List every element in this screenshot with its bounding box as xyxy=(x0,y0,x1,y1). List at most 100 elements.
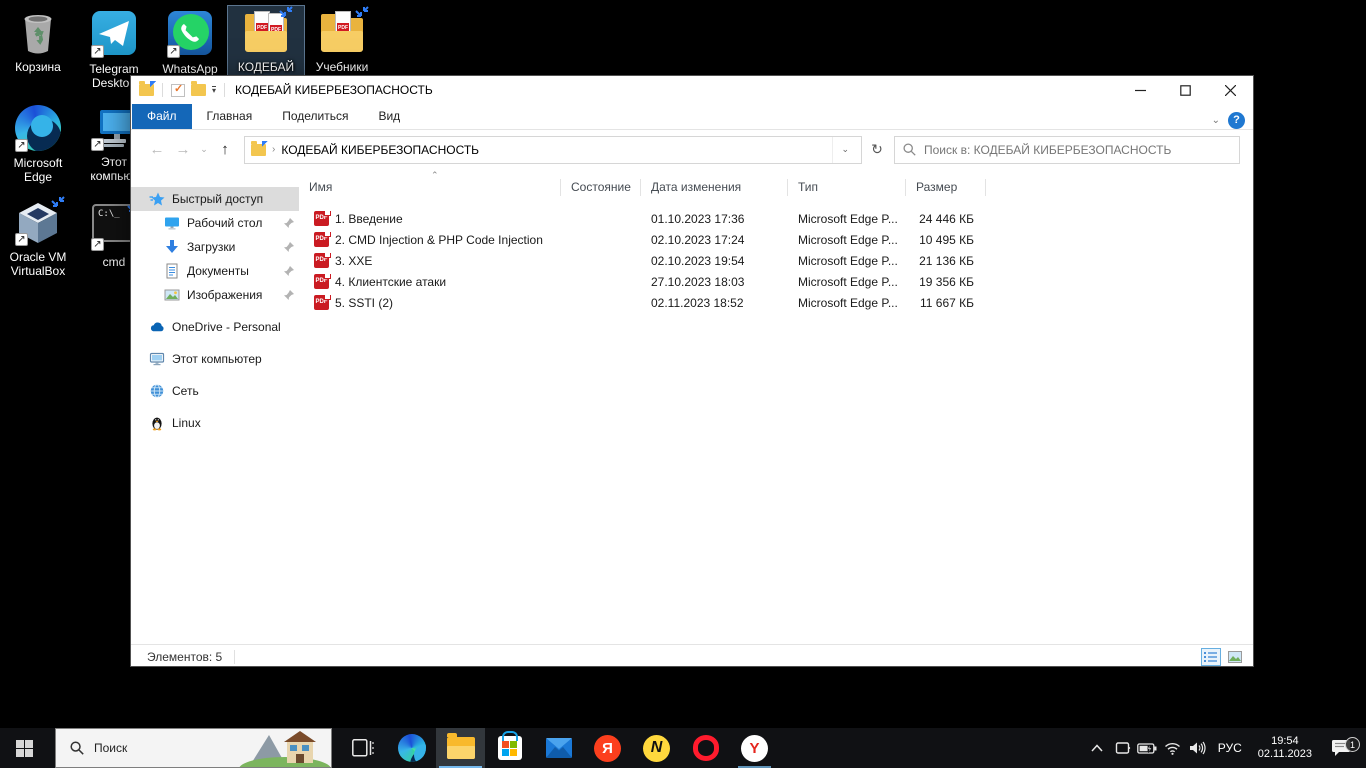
desktop-icon-whatsapp[interactable]: ↗ WhatsApp xyxy=(152,6,228,78)
taskbar-yandex-button[interactable] xyxy=(583,728,632,768)
address-dropdown-button[interactable]: ⌄ xyxy=(832,137,857,163)
collapse-ribbon-button[interactable]: ⌄ xyxy=(1212,115,1220,126)
file-row[interactable]: 5. SSTI (2) 02.11.2023 18:52 Microsoft E… xyxy=(299,292,1253,313)
breadcrumb[interactable]: КОДЕБАЙ КИБЕРБЕЗОПАСНОСТЬ xyxy=(281,143,479,157)
tablet-mode-icon[interactable] xyxy=(1110,741,1135,755)
taskbar-explorer-button[interactable] xyxy=(436,728,485,768)
sidebar-item-documents[interactable]: Документы xyxy=(131,259,299,283)
tab-file[interactable]: Файл xyxy=(132,104,192,129)
details-view-button[interactable] xyxy=(1201,648,1221,666)
sidebar-item-downloads[interactable]: Загрузки xyxy=(131,235,299,259)
up-button[interactable]: ↑ xyxy=(212,141,238,158)
column-header-status[interactable]: Состояние xyxy=(561,179,641,196)
file-row[interactable]: 1. Введение 01.10.2023 17:36 Microsoft E… xyxy=(299,208,1253,229)
sidebar-item-linux[interactable]: Linux xyxy=(131,411,299,435)
action-center-button[interactable]: 1 xyxy=(1320,739,1362,757)
forward-button[interactable]: → xyxy=(170,141,196,158)
desktop-icon-label: Oracle VM VirtualBox xyxy=(0,250,76,278)
properties-button[interactable] xyxy=(171,84,185,97)
pin-icon[interactable] xyxy=(283,265,295,277)
maximize-button[interactable] xyxy=(1163,76,1208,104)
hidden-icons-button[interactable] xyxy=(1085,744,1110,752)
maximize-icon xyxy=(1180,85,1191,96)
tab-home[interactable]: Главная xyxy=(192,104,268,129)
tab-share[interactable]: Поделиться xyxy=(267,104,363,129)
taskbar-edge-button[interactable] xyxy=(387,728,436,768)
recycle-bin-icon xyxy=(14,9,62,57)
recent-locations-button[interactable]: ⌄ xyxy=(196,144,212,155)
folder-pdf-icon: PDF xyxy=(318,9,366,57)
quick-access-toolbar: ▾ xyxy=(139,83,227,97)
shortcut-arrow-icon: ↗ xyxy=(91,238,104,251)
file-size: 24 446 КБ xyxy=(906,212,986,226)
file-row[interactable]: 4. Клиентские атаки 27.10.2023 18:03 Mic… xyxy=(299,271,1253,292)
search-highlight-illustration xyxy=(239,729,331,767)
clock[interactable]: 19:54 02.11.2023 xyxy=(1250,735,1320,761)
sidebar-item-this-pc[interactable]: Этот компьютер xyxy=(131,347,299,371)
file-row[interactable]: 2. CMD Injection & PHP Code Injection 02… xyxy=(299,229,1253,250)
file-row[interactable]: 3. XXE 02.10.2023 19:54 Microsoft Edge P… xyxy=(299,250,1253,271)
customize-qat-button[interactable]: ▾ xyxy=(212,86,216,94)
task-view-button[interactable] xyxy=(338,728,387,768)
taskbar-opera-button[interactable] xyxy=(681,728,730,768)
volume-icon[interactable] xyxy=(1185,741,1210,755)
address-bar[interactable]: › КОДЕБАЙ КИБЕРБЕЗОПАСНОСТЬ ⌄ xyxy=(244,136,862,164)
column-header-size[interactable]: Размер xyxy=(906,179,986,196)
microsoft-store-icon xyxy=(498,736,522,760)
large-icons-view-button[interactable] xyxy=(1225,648,1245,666)
pin-icon[interactable] xyxy=(283,289,295,301)
taskbar-search-input[interactable]: Поиск xyxy=(55,728,332,768)
edge-icon xyxy=(398,734,426,762)
search-placeholder: Поиск xyxy=(94,741,127,755)
telegram-icon: ↗ xyxy=(90,11,138,59)
taskbar-yandex-browser-button[interactable] xyxy=(730,728,779,768)
minimize-button[interactable] xyxy=(1118,76,1163,104)
pdf-file-icon xyxy=(314,295,329,310)
desktop-icon-recycle-bin[interactable]: Корзина xyxy=(0,6,76,76)
battery-icon[interactable] xyxy=(1135,743,1160,754)
file-modified: 01.10.2023 17:36 xyxy=(641,212,788,226)
desktop-icon-virtualbox[interactable]: ↗ Oracle VM VirtualBox xyxy=(0,196,76,280)
shortcut-arrow-icon: ↗ xyxy=(91,45,104,58)
ribbon-tabs: Файл Главная Поделиться Вид ⌄ xyxy=(131,104,1253,130)
explorer-search-input[interactable]: Поиск в: КОДЕБАЙ КИБЕРБЕЗОПАСНОСТЬ xyxy=(894,136,1240,164)
sidebar-item-network[interactable]: Сеть xyxy=(131,379,299,403)
pin-icon[interactable] xyxy=(283,217,295,229)
column-header-type[interactable]: Тип xyxy=(788,179,906,196)
desktop-icon-kodebay[interactable]: PDF PDF КОДЕБАЙ xyxy=(228,6,304,76)
wifi-icon[interactable] xyxy=(1160,742,1185,755)
new-folder-button[interactable] xyxy=(191,84,206,96)
column-headers: Имя Состояние Дата изменения Тип Размер xyxy=(299,174,1253,200)
start-button[interactable] xyxy=(0,728,48,768)
column-header-modified[interactable]: Дата изменения xyxy=(641,179,788,196)
clock-time: 19:54 xyxy=(1258,735,1312,748)
quick-access-star-icon xyxy=(149,191,165,207)
sidebar-item-pictures[interactable]: Изображения xyxy=(131,283,299,307)
onedrive-cloud-icon xyxy=(149,319,165,335)
refresh-button[interactable]: ↻ xyxy=(862,141,892,158)
sidebar-item-label: Сеть xyxy=(172,384,199,398)
pictures-icon xyxy=(164,287,180,303)
language-indicator[interactable]: РУС xyxy=(1210,741,1250,755)
compressed-arrows-icon xyxy=(50,195,66,211)
desktop-icon-uchebniki[interactable]: PDF Учебники xyxy=(304,6,380,76)
desktop-icon-edge[interactable]: ↗ Microsoft Edge xyxy=(0,101,76,186)
close-button[interactable] xyxy=(1208,76,1253,104)
document-icon xyxy=(164,263,180,279)
back-button[interactable]: ← xyxy=(144,141,170,158)
tablet-icon xyxy=(1114,741,1131,755)
sidebar-item-onedrive[interactable]: OneDrive - Personal xyxy=(131,315,299,339)
help-button[interactable] xyxy=(1228,112,1245,129)
column-header-name[interactable]: Имя xyxy=(299,179,561,196)
tab-view[interactable]: Вид xyxy=(363,104,415,129)
taskbar-store-button[interactable] xyxy=(485,728,534,768)
sidebar-item-desktop[interactable]: Рабочий стол xyxy=(131,211,299,235)
file-modified: 02.10.2023 17:24 xyxy=(641,233,788,247)
sidebar-item-quick-access[interactable]: Быстрый доступ xyxy=(131,187,299,211)
clock-date: 02.11.2023 xyxy=(1258,748,1312,761)
sidebar-item-label: Документы xyxy=(187,264,249,278)
file-name: 5. SSTI (2) xyxy=(335,296,393,310)
taskbar-yellow-n-app-button[interactable] xyxy=(632,728,681,768)
taskbar-mail-button[interactable] xyxy=(534,728,583,768)
pin-icon[interactable] xyxy=(283,241,295,253)
